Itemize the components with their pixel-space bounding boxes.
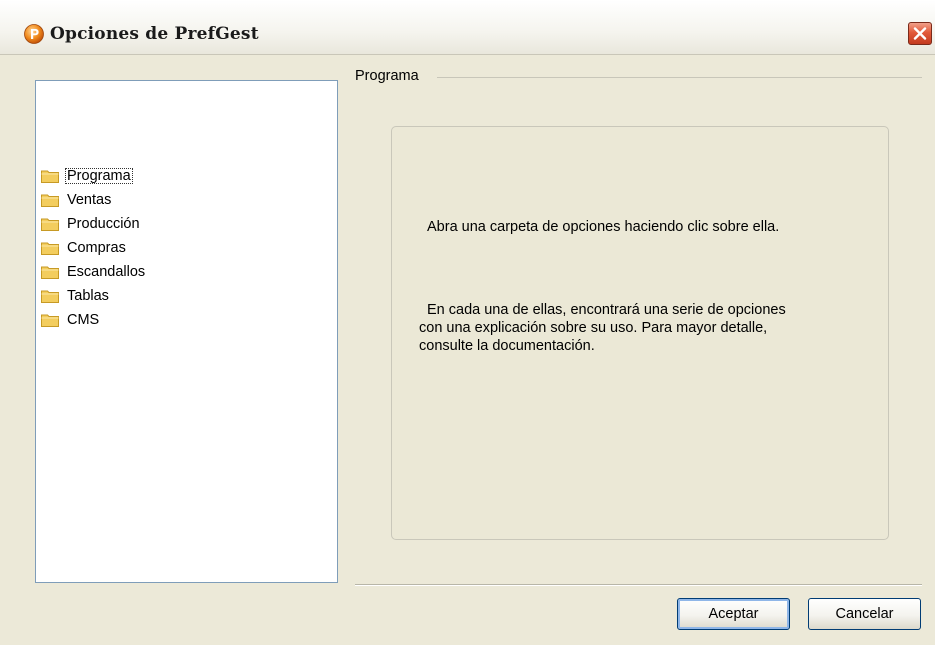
folder-icon xyxy=(41,290,59,303)
tree-item-label: Programa xyxy=(65,168,133,184)
tree-item-label: Compras xyxy=(67,240,126,256)
tree-item-label: Producción xyxy=(67,216,140,232)
tree-item-cms[interactable]: CMS xyxy=(41,309,101,331)
info-description-line: consulte la documentación. xyxy=(419,338,595,354)
folder-icon xyxy=(41,266,59,279)
options-dialog: Opciones de PrefGest Programa Ventas Pro… xyxy=(0,0,935,645)
tree-item-label: Escandallos xyxy=(67,264,146,280)
folder-icon xyxy=(41,194,59,207)
tree-item-label: CMS xyxy=(67,312,100,328)
title-bar[interactable]: Opciones de PrefGest xyxy=(0,0,935,55)
info-description-line: En cada una de ellas, encontrará una ser… xyxy=(427,302,786,318)
tree-item-label: Tablas xyxy=(67,288,109,304)
folder-icon xyxy=(41,314,59,327)
folder-icon xyxy=(41,218,59,231)
info-description-line: con una explicación sobre su uso. Para m… xyxy=(419,320,768,336)
close-button[interactable] xyxy=(908,22,932,45)
group-separator xyxy=(437,77,922,78)
group-title: Programa xyxy=(355,68,425,84)
tree-item-ventas[interactable]: Ventas xyxy=(41,189,113,211)
prefgest-logo-icon xyxy=(24,24,44,44)
tree-item-compras[interactable]: Compras xyxy=(41,237,128,259)
cancel-button[interactable]: Cancelar xyxy=(808,598,921,630)
info-panel: Abra una carpeta de opciones haciendo cl… xyxy=(391,126,889,540)
window-title: Opciones de PrefGest xyxy=(50,24,259,44)
info-description: En cada una de ellas, encontrará una ser… xyxy=(419,301,859,355)
folder-icon xyxy=(41,170,59,183)
tree-item-programa[interactable]: Programa xyxy=(41,165,133,187)
folder-icon xyxy=(41,242,59,255)
accept-button[interactable]: Aceptar xyxy=(677,598,790,630)
tree-item-label: Ventas xyxy=(67,192,112,208)
close-icon xyxy=(913,27,927,40)
options-tree[interactable]: Programa Ventas Producción Compras Escan… xyxy=(35,80,338,583)
tree-item-produccion[interactable]: Producción xyxy=(41,213,142,235)
tree-item-tablas[interactable]: Tablas xyxy=(41,285,111,307)
button-separator xyxy=(355,584,922,586)
info-message: Abra una carpeta de opciones haciendo cl… xyxy=(427,219,780,235)
tree-item-escandallos[interactable]: Escandallos xyxy=(41,261,147,283)
